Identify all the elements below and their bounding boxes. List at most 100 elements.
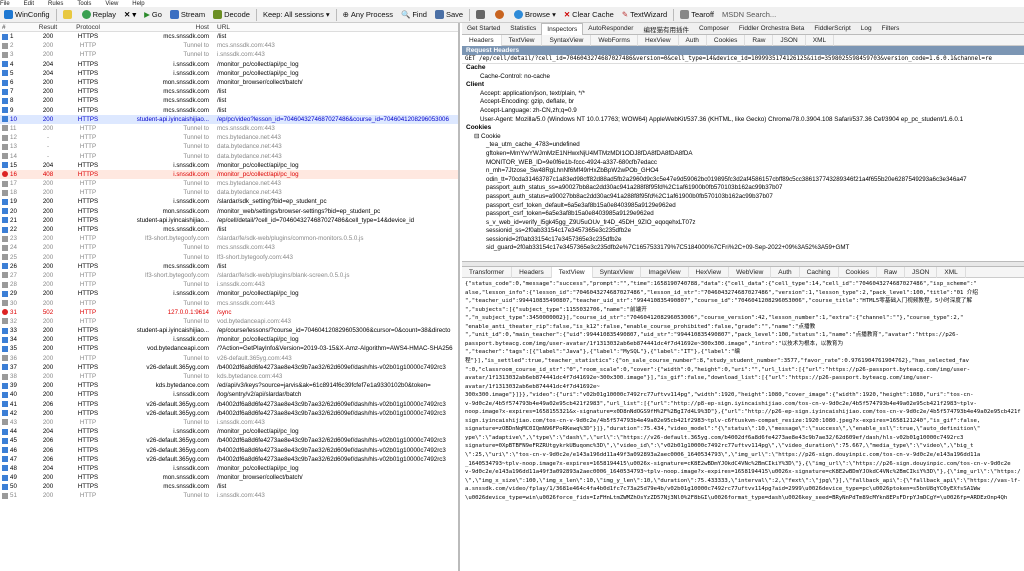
- cookies-section-title[interactable]: Cookies: [462, 124, 1024, 133]
- clear-cache-button[interactable]: ✕ Clear Cache: [560, 7, 618, 22]
- cookie-item[interactable]: sessionid=2f0ab33154c17e3457365e3c235dfb…: [462, 236, 1024, 245]
- table-row[interactable]: 4 204 HTTPS i.snssdk.com/monitor_pc/collect…: [0, 60, 458, 69]
- cookie-item[interactable]: passport_csrf_token_default=6a5e3af8b15a…: [462, 202, 1024, 211]
- request-tab-9[interactable]: XML: [806, 34, 835, 46]
- table-row[interactable]: 16 408 HTTPS i.snssdk.com/monitor_pc/collec…: [0, 169, 458, 179]
- cookie-item[interactable]: passport_csrf_token=6a5e3af8b15a0e840398…: [462, 210, 1024, 219]
- table-row[interactable]: 18 200 HTTP Tunnel to data.bytedance.net:443: [0, 188, 458, 197]
- cookie-item[interactable]: passport_auth_status=a90027bb8ac2dd30ac9…: [462, 193, 1024, 202]
- tab-3[interactable]: AutoResponder: [583, 23, 638, 35]
- response-tab-0[interactable]: Transformer: [462, 266, 513, 278]
- table-row[interactable]: 5 204 HTTPS i.snssdk.com/monitor_pc/collect…: [0, 69, 458, 78]
- response-tab-6[interactable]: WebView: [729, 266, 772, 278]
- cookie-item[interactable]: s_v_web_id=verify_l5gk45gg_Z9U5uOUv_fr4D…: [462, 219, 1024, 228]
- header-item[interactable]: Cache-Control: no-cache: [462, 73, 1024, 82]
- table-row[interactable]: 17 200 HTTP Tunnel to mcs.bytedance.net:443: [0, 179, 458, 188]
- tab-2[interactable]: Inspectors: [541, 23, 584, 35]
- find-button[interactable]: 🔍 Find: [397, 7, 431, 22]
- save-button[interactable]: Save: [431, 7, 467, 22]
- table-row[interactable]: 27 200 HTTP lf3-short.bytegoofy.com/slardar…: [0, 271, 458, 280]
- table-row[interactable]: 43 200 HTTP Tunnel to i.snssdk.com:443: [0, 418, 458, 427]
- table-row[interactable]: 46 206 HTTPS v26-default.365yg.com/b4002df6…: [0, 445, 458, 454]
- tab-9[interactable]: Filters: [877, 23, 905, 35]
- table-row[interactable]: 49 200 HTTPS mon.snssdk.com/monitor_browser…: [0, 473, 458, 482]
- table-row[interactable]: 21 200 HTTPS student-api.iyincaishijiao... /…: [0, 216, 458, 225]
- response-body[interactable]: {"status_code":0,"message":"success","pr…: [462, 278, 1024, 504]
- request-tab-0[interactable]: Headers: [462, 34, 502, 46]
- table-row[interactable]: 35 200 HTTPS vod.bytedanceapi.com /?Action=G…: [0, 344, 458, 353]
- table-row[interactable]: 9 200 HTTPS mcs.snssdk.com/list: [0, 106, 458, 115]
- table-row[interactable]: 38 200 HTTP Tunnel to kds.bytedance.com:443: [0, 372, 458, 381]
- tab-5[interactable]: Composer: [694, 23, 734, 35]
- table-row[interactable]: 13 - HTTP Tunnel to data.bytedance.net:443: [0, 142, 458, 151]
- decode-button[interactable]: Decode: [209, 7, 254, 22]
- tearoff-button[interactable]: Tearoff: [676, 7, 718, 22]
- table-row[interactable]: 34 200 HTTPS i.snssdk.com/monitor_pc/collec…: [0, 335, 458, 344]
- table-row[interactable]: 25 200 HTTP Tunnel to lf3-short.bytegoofy.co…: [0, 253, 458, 262]
- cookie-item[interactable]: gftoken=MmYwYWJmMzE1NHwxNjU4MTMzMDI1ODJ8…: [462, 150, 1024, 159]
- table-row[interactable]: 24 200 HTTP Tunnel to mcs.snssdk.com:443: [0, 243, 458, 252]
- header-group-title[interactable]: Cache: [462, 64, 1024, 73]
- request-line[interactable]: GET /ep/cell/detail/?cell_id=70460432746…: [462, 55, 1024, 64]
- response-tab-2[interactable]: TextView: [551, 266, 593, 278]
- header-item[interactable]: Accept-Language: zh-CN,zh;q=0.9: [462, 107, 1024, 116]
- column-header-host[interactable]: Host: [108, 24, 213, 31]
- table-row[interactable]: 20 200 HTTPS mon.snssdk.com/monitor_web/set…: [0, 207, 458, 216]
- table-row[interactable]: 32 200 HTTP Tunnel to vod.bytedanceapi.com:4…: [0, 317, 458, 326]
- msdn-search-input[interactable]: MSDN Search...: [718, 7, 780, 22]
- tab-4[interactable]: 编程猫有用插件: [638, 23, 694, 35]
- table-row[interactable]: 33 200 HTTPS student-api.iyincaishijiao... /…: [0, 326, 458, 335]
- response-tab-10[interactable]: Raw: [877, 266, 906, 278]
- table-row[interactable]: 26 200 HTTPS mcs.snssdk.com/list: [0, 262, 458, 271]
- table-row[interactable]: 1 200 HTTPS mcs.snssdk.com/list: [0, 32, 458, 41]
- table-row[interactable]: 12 - HTTP Tunnel to mcs.bytedance.net:443: [0, 133, 458, 142]
- request-tab-5[interactable]: Auth: [679, 34, 707, 46]
- request-tab-7[interactable]: Raw: [745, 34, 774, 46]
- tab-1[interactable]: Statistics: [505, 23, 541, 35]
- column-header-url[interactable]: URL: [213, 24, 458, 31]
- table-row[interactable]: 42 200 HTTPS v26-default.365yg.com/b4002df6…: [0, 409, 458, 418]
- tab-6[interactable]: Fiddler Orchestra Beta: [734, 23, 809, 35]
- table-row[interactable]: 37 200 HTTPS v26-default.365yg.com/b4002df6…: [0, 363, 458, 372]
- cookie-item[interactable]: _tea_utm_cache_4783=undefined: [462, 141, 1024, 150]
- response-tab-9[interactable]: Cookies: [839, 266, 877, 278]
- cookie-item[interactable]: sessionid_ss=2f0ab33154c17e3457365e3c235…: [462, 227, 1024, 236]
- table-row[interactable]: 30 200 HTTP Tunnel to mcs.snssdk.com:443: [0, 298, 458, 307]
- table-row[interactable]: 14 - HTTP Tunnel to data.bytedance.net:443: [0, 151, 458, 160]
- table-row[interactable]: 28 200 HTTP Tunnel to i.snssdk.com:443: [0, 280, 458, 289]
- column-header-number[interactable]: #: [0, 24, 28, 31]
- response-tab-5[interactable]: HexView: [689, 266, 730, 278]
- cookie-node[interactable]: ⊟ Cookie: [462, 133, 1024, 142]
- response-tab-11[interactable]: JSON: [905, 266, 938, 278]
- request-tab-4[interactable]: HexView: [638, 34, 679, 46]
- go-button[interactable]: ▶ Go: [140, 7, 166, 22]
- table-row[interactable]: 22 200 HTTPS mcs.snssdk.com/list: [0, 225, 458, 234]
- request-tab-1[interactable]: TextView: [502, 34, 543, 46]
- response-tab-8[interactable]: Caching: [800, 266, 839, 278]
- response-tab-7[interactable]: Auth: [771, 266, 800, 278]
- cookie-item[interactable]: n_mh=7Jtzose_Sw48RgLhnNf6Mf49rHxZbBpW2wP…: [462, 167, 1024, 176]
- tab-0[interactable]: Get Started: [462, 23, 505, 35]
- cookie-item[interactable]: odin_tt=70cda31463787c1a83ed98cff82d88ad…: [462, 176, 1024, 185]
- header-item[interactable]: Accept-Encoding: gzip, deflate, br: [462, 98, 1024, 107]
- cookie-item[interactable]: passport_auth_status_ss=a90027bb8ac2dd30…: [462, 184, 1024, 193]
- response-tab-4[interactable]: ImageView: [641, 266, 689, 278]
- table-row[interactable]: 51 200 HTTP Tunnel to i.snssdk.com:443: [0, 491, 458, 500]
- table-row[interactable]: 45 206 HTTPS v26-default.365yg.com/b4002df6…: [0, 436, 458, 445]
- cookie-item[interactable]: sid_guard=2f0ab33154c17e3457365e3c235dfb…: [462, 244, 1024, 253]
- table-row[interactable]: 47 206 HTTPS v26-default.365yg.com/b4002df6…: [0, 455, 458, 464]
- request-tab-3[interactable]: WebForms: [591, 34, 638, 46]
- table-row[interactable]: 44 204 HTTPS i.snssdk.com/monitor_pc/collec…: [0, 427, 458, 436]
- any-process-button[interactable]: ⊕ Any Process: [339, 7, 397, 22]
- cookie-item[interactable]: MONITOR_WEB_ID=9e0f6e1b-fccc-4924-a337-6…: [462, 159, 1024, 168]
- tab-8[interactable]: Log: [856, 23, 877, 35]
- table-row[interactable]: 2 200 HTTP Tunnel to mcs.snssdk.com:443: [0, 41, 458, 50]
- table-row[interactable]: 19 200 HTTPS i.snssdk.com/slardar/sdk_setti…: [0, 197, 458, 206]
- request-tab-6[interactable]: Cookies: [707, 34, 746, 46]
- winconfig-button[interactable]: WinConfig: [0, 7, 54, 22]
- header-item[interactable]: Accept: application/json, text/plain, */…: [462, 90, 1024, 99]
- table-row[interactable]: 41 206 HTTPS v26-default.365yg.com/b4002df6…: [0, 400, 458, 409]
- table-row[interactable]: 23 200 HTTP lf3-short.bytegoofy.com/slardar…: [0, 234, 458, 243]
- keep-sessions-dropdown[interactable]: Keep: All sessions ▾: [259, 7, 334, 22]
- table-row[interactable]: 3 200 HTTP Tunnel to i.snssdk.com:443: [0, 50, 458, 59]
